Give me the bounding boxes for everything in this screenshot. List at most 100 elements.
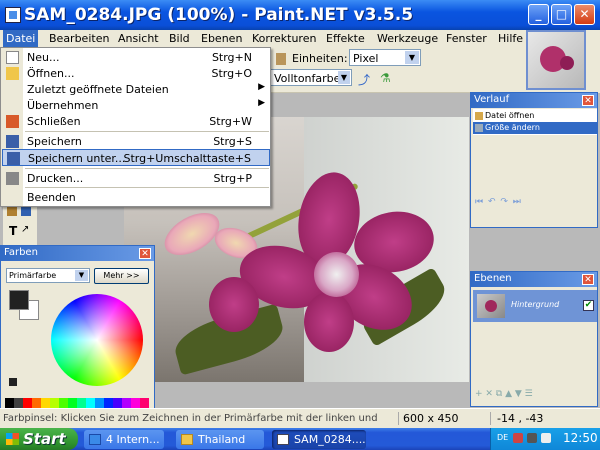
save-icon bbox=[6, 135, 19, 148]
windows-logo-icon bbox=[6, 433, 19, 445]
menu-item-shortcut: Strg+N bbox=[211, 51, 252, 64]
menu-item-label: Übernehmen bbox=[27, 99, 99, 112]
menu-effekte[interactable]: Effekte bbox=[326, 32, 365, 45]
layer-thumbnail bbox=[477, 294, 505, 318]
history-item[interactable]: Größe ändern bbox=[473, 122, 597, 134]
menu-item-shortcut: Strg+S bbox=[213, 135, 252, 148]
image-thumbnail[interactable] bbox=[526, 30, 586, 90]
close-button[interactable]: ✕ bbox=[574, 4, 595, 25]
menu-bild[interactable]: Bild bbox=[169, 32, 190, 45]
menu-item-open[interactable]: Öffnen... Strg+O bbox=[2, 65, 270, 82]
blend-mode-icon[interactable]: ⚗ bbox=[380, 71, 391, 85]
layers-panel-header[interactable]: Ebenen ✕ bbox=[471, 272, 597, 287]
system-tray: DE 12:50 bbox=[490, 428, 600, 450]
history-item[interactable]: Datei öffnen bbox=[473, 110, 597, 122]
history-panel-header[interactable]: Verlauf ✕ bbox=[471, 93, 597, 108]
more-colors-button[interactable]: Mehr >> bbox=[94, 268, 149, 284]
browser-icon bbox=[89, 434, 101, 445]
file-menu-dropdown: Neu... Strg+N Öffnen... Strg+O Zuletzt g… bbox=[0, 47, 271, 207]
menu-ebenen[interactable]: Ebenen bbox=[201, 32, 242, 45]
menu-item-shortcut: Strg+W bbox=[209, 115, 252, 128]
window-title: SAM_0284.JPG (100%) - Paint.NET v3.5.5 bbox=[24, 5, 414, 25]
status-bar: Farbpinsel: Klicken Sie zum Zeichnen in … bbox=[0, 408, 600, 428]
layers-controls[interactable]: + ✕ ⧉ ▲ ▼ ☰ bbox=[475, 389, 533, 399]
menu-werkzeuge[interactable]: Werkzeuge bbox=[377, 32, 438, 45]
paintnet-app-icon[interactable] bbox=[5, 7, 21, 23]
history-controls[interactable]: ⏮ ↶ ↷ ⏭ bbox=[475, 197, 522, 209]
menu-item-save-as[interactable]: Speichern unter... Strg+Umschalttaste+S bbox=[2, 149, 270, 166]
taskbar-item-label: SAM_0284.... bbox=[294, 433, 366, 446]
history-list: Datei öffnen Größe ändern bbox=[473, 109, 597, 135]
menu-item-exit[interactable]: Beenden bbox=[2, 189, 270, 206]
menu-item-print[interactable]: Drucken... Strg+P bbox=[2, 170, 270, 187]
close-icon[interactable]: ✕ bbox=[139, 248, 151, 259]
text-tool-icon[interactable]: T bbox=[9, 224, 17, 238]
color-wheel[interactable] bbox=[51, 294, 143, 386]
menu-item-acquire[interactable]: Übernehmen ▶ bbox=[2, 97, 270, 114]
tray-icon[interactable] bbox=[513, 433, 523, 443]
language-indicator[interactable]: DE bbox=[497, 433, 508, 442]
menu-datei[interactable]: Datei bbox=[3, 30, 39, 47]
taskbar-item-paintnet[interactable]: SAM_0284.... bbox=[272, 430, 366, 449]
close-icon[interactable]: ✕ bbox=[582, 95, 594, 106]
menu-item-shortcut: Strg+Umschalttaste+S bbox=[123, 152, 251, 165]
menu-item-label: Speichern unter... bbox=[28, 152, 126, 165]
taskbar-item-label: 4 Intern... bbox=[106, 433, 160, 446]
minimize-button[interactable]: _ bbox=[528, 4, 549, 25]
menu-item-label: Öffnen... bbox=[27, 67, 75, 80]
image-size: 600 x 450 bbox=[398, 412, 459, 425]
menu-ansicht[interactable]: Ansicht bbox=[118, 32, 159, 45]
fill-select[interactable]: Volltonfarbe ▼ bbox=[270, 69, 352, 86]
reset-colors-icon[interactable] bbox=[9, 378, 17, 386]
layer-name: Hintergrund bbox=[511, 300, 560, 309]
close-file-icon bbox=[6, 115, 19, 128]
primary-color-swatch[interactable] bbox=[9, 290, 29, 310]
units-select[interactable]: Pixel ▼ bbox=[349, 49, 421, 66]
menu-separator bbox=[25, 168, 269, 169]
recolor-icon[interactable] bbox=[21, 206, 31, 216]
start-button[interactable]: Start bbox=[0, 428, 78, 450]
menu-item-label: Beenden bbox=[27, 191, 76, 204]
chevron-down-icon[interactable]: ▼ bbox=[338, 71, 350, 84]
units-value: Pixel bbox=[353, 52, 379, 65]
menu-item-new[interactable]: Neu... Strg+N bbox=[2, 49, 270, 66]
status-hint: Farbpinsel: Klicken Sie zum Zeichnen in … bbox=[3, 413, 378, 424]
color-mode-select[interactable]: Primärfarbe ▼ bbox=[6, 268, 90, 283]
close-icon[interactable]: ✕ bbox=[582, 274, 594, 285]
title-bar[interactable]: SAM_0284.JPG (100%) - Paint.NET v3.5.5 _… bbox=[0, 0, 600, 30]
print-icon bbox=[6, 172, 19, 185]
menu-korrekturen[interactable]: Korrekturen bbox=[252, 32, 316, 45]
menu-item-shortcut: Strg+O bbox=[211, 67, 252, 80]
ruler-icon[interactable] bbox=[276, 53, 286, 65]
taskbar-item-internet[interactable]: 4 Intern... bbox=[84, 430, 164, 449]
menu-hilfe[interactable]: Hilfe bbox=[498, 32, 523, 45]
antialias-icon[interactable]: ⤴ bbox=[358, 71, 370, 88]
chevron-down-icon[interactable]: ▼ bbox=[405, 51, 419, 64]
taskbar-item-thailand[interactable]: Thailand bbox=[176, 430, 264, 449]
clock: 12:50 bbox=[563, 431, 598, 445]
maximize-button[interactable]: □ bbox=[551, 4, 572, 25]
save-as-icon bbox=[7, 152, 20, 165]
tools-panel: T ↗ bbox=[3, 200, 37, 250]
volume-icon[interactable] bbox=[541, 433, 551, 443]
tray-icon[interactable] bbox=[527, 433, 537, 443]
cursor-coords: -14 , -43 bbox=[490, 412, 543, 425]
taskbar: Start 4 Intern... Thailand SAM_0284.... … bbox=[0, 428, 600, 450]
menu-bar: Datei Bearbeiten Ansicht Bild Ebenen Kor… bbox=[0, 30, 525, 47]
menu-item-save[interactable]: Speichern Strg+S bbox=[2, 133, 270, 150]
menu-item-label: Neu... bbox=[27, 51, 60, 64]
layer-visibility-checkbox[interactable]: ✔ bbox=[583, 300, 594, 311]
menu-separator bbox=[25, 131, 269, 132]
layer-row[interactable]: Hintergrund ✔ bbox=[473, 290, 597, 322]
menu-fenster[interactable]: Fenster bbox=[446, 32, 487, 45]
open-file-icon bbox=[475, 112, 483, 120]
clone-stamp-icon[interactable] bbox=[7, 206, 17, 216]
menu-item-recent[interactable]: Zuletzt geöffnete Dateien ▶ bbox=[2, 81, 270, 98]
menu-item-close[interactable]: Schließen Strg+W bbox=[2, 113, 270, 130]
line-tool-icon[interactable]: ↗ bbox=[21, 224, 29, 235]
colors-panel-title: Farben bbox=[4, 247, 38, 258]
chevron-down-icon[interactable]: ▼ bbox=[75, 270, 88, 281]
menu-bearbeiten[interactable]: Bearbeiten bbox=[49, 32, 109, 45]
colors-panel-header[interactable]: Farben ✕ bbox=[1, 246, 154, 261]
history-item-label: Größe ändern bbox=[485, 123, 540, 132]
